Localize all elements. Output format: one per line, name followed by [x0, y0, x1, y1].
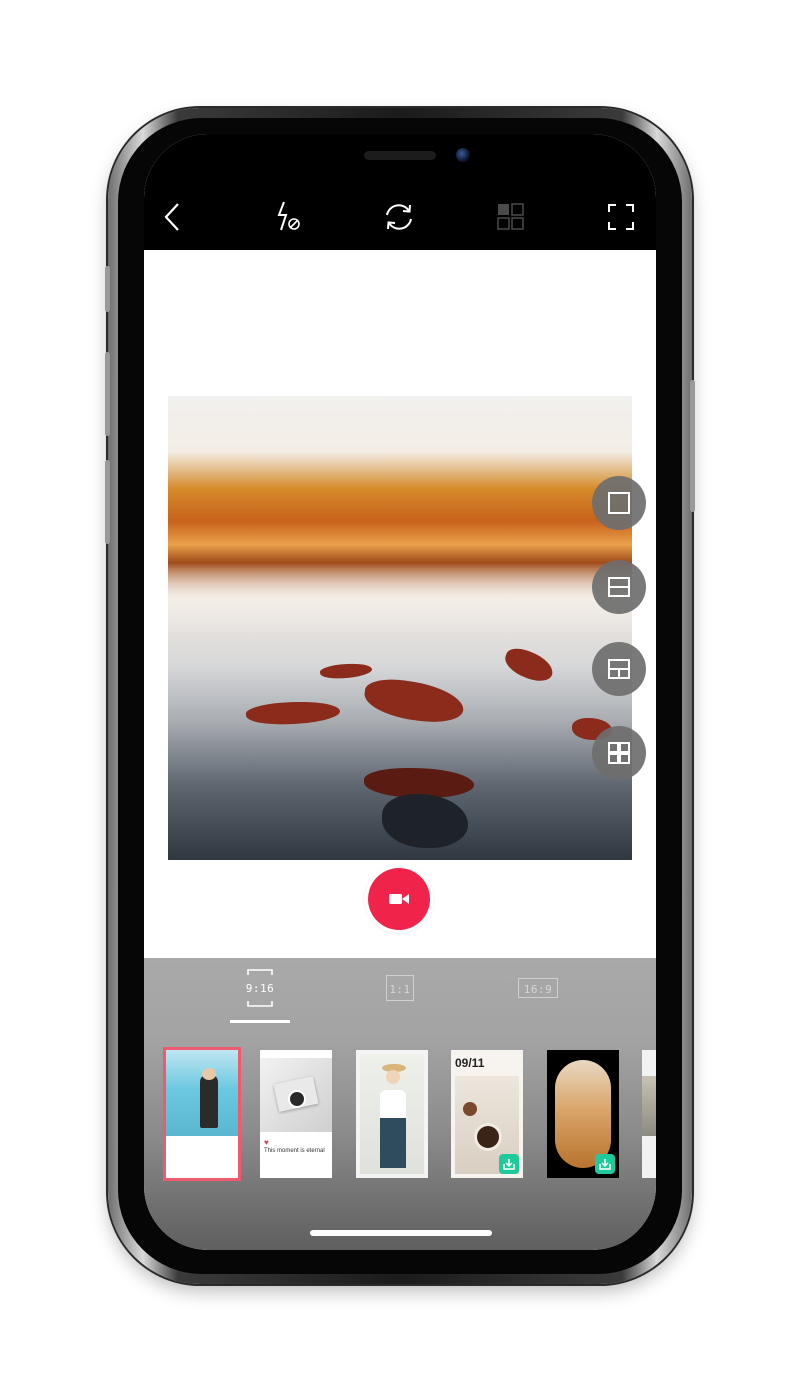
- download-icon: [503, 1159, 515, 1170]
- template-photo: [200, 1074, 218, 1128]
- tab-ratio-16-9[interactable]: 16:9: [518, 978, 558, 1000]
- layout-two-rows-icon: [608, 577, 630, 597]
- volume-down-button: [105, 460, 110, 544]
- leaf-image: [245, 698, 341, 728]
- ratio-frame-icon: [386, 975, 414, 1001]
- download-button[interactable]: [595, 1154, 615, 1174]
- template-photo: [386, 1070, 400, 1084]
- layout-single-button[interactable]: [592, 476, 646, 530]
- template-thumbnail[interactable]: [166, 1050, 238, 1178]
- leaf-shadow: [382, 794, 468, 848]
- template-photo: [202, 1068, 216, 1080]
- camera-toolbar: [144, 134, 656, 250]
- lake-mist: [168, 562, 632, 632]
- layout-three-button[interactable]: [592, 642, 646, 696]
- mute-switch: [105, 266, 110, 312]
- layout-three-icon: [608, 659, 630, 679]
- template-thumbnail[interactable]: [356, 1050, 428, 1178]
- template-photo: [477, 1126, 499, 1148]
- back-button[interactable]: [156, 200, 190, 234]
- phone-screen: 9:16 1:1 16:9 ♥ This moment is eternal 0…: [144, 134, 656, 1250]
- fullscreen-icon: [608, 204, 634, 230]
- flash-off-icon: [277, 201, 300, 231]
- template-thumbnail[interactable]: 09/11: [451, 1050, 523, 1178]
- template-heart-icon: ♥: [264, 1138, 269, 1147]
- template-thumbnail[interactable]: [642, 1050, 656, 1178]
- tab-ratio-1-1[interactable]: 1:1: [386, 975, 414, 1003]
- layout-two-rows-button[interactable]: [592, 560, 646, 614]
- leaf-image: [319, 661, 373, 681]
- template-photo: [463, 1102, 477, 1116]
- ratio-frame-icon: [518, 978, 558, 998]
- tab-selected-underline: [230, 1020, 290, 1023]
- tab-ratio-9-16[interactable]: 9:16: [242, 968, 278, 1008]
- earpiece-speaker: [364, 151, 436, 160]
- camera-switch-icon: [386, 204, 412, 230]
- home-indicator[interactable]: [310, 1230, 492, 1236]
- leaf-image: [361, 675, 467, 727]
- ratio-frame-icon: [247, 969, 273, 1007]
- camera-preview[interactable]: [168, 396, 632, 860]
- template-photo: [380, 1090, 406, 1118]
- template-date: 09/11: [455, 1056, 485, 1070]
- download-icon: [599, 1159, 611, 1170]
- template-photo: [380, 1118, 406, 1168]
- grid-icon: [497, 203, 524, 230]
- template-thumbnail[interactable]: [547, 1050, 619, 1178]
- layout-single-icon: [608, 492, 630, 514]
- template-photo: [555, 1060, 611, 1168]
- power-button: [690, 380, 695, 512]
- chevron-left-icon: [164, 203, 179, 231]
- grid-button[interactable]: [494, 200, 528, 234]
- flash-button[interactable]: [272, 200, 306, 234]
- leaf-image: [501, 644, 557, 686]
- record-button[interactable]: [368, 868, 430, 930]
- download-button[interactable]: [499, 1154, 519, 1174]
- template-photo: [642, 1076, 656, 1136]
- template-photo: [290, 1092, 304, 1106]
- template-panel: 9:16 1:1 16:9 ♥ This moment is eternal 0…: [144, 958, 656, 1250]
- template-thumbnail[interactable]: ♥ This moment is eternal: [260, 1050, 332, 1178]
- layout-four-button[interactable]: [592, 726, 646, 780]
- template-caption: This moment is eternal: [264, 1148, 325, 1154]
- video-camera-icon: [389, 894, 409, 904]
- front-camera: [456, 148, 470, 162]
- switch-camera-button[interactable]: [382, 200, 416, 234]
- fullscreen-button[interactable]: [604, 200, 638, 234]
- layout-four-icon: [608, 742, 630, 764]
- volume-up-button: [105, 352, 110, 436]
